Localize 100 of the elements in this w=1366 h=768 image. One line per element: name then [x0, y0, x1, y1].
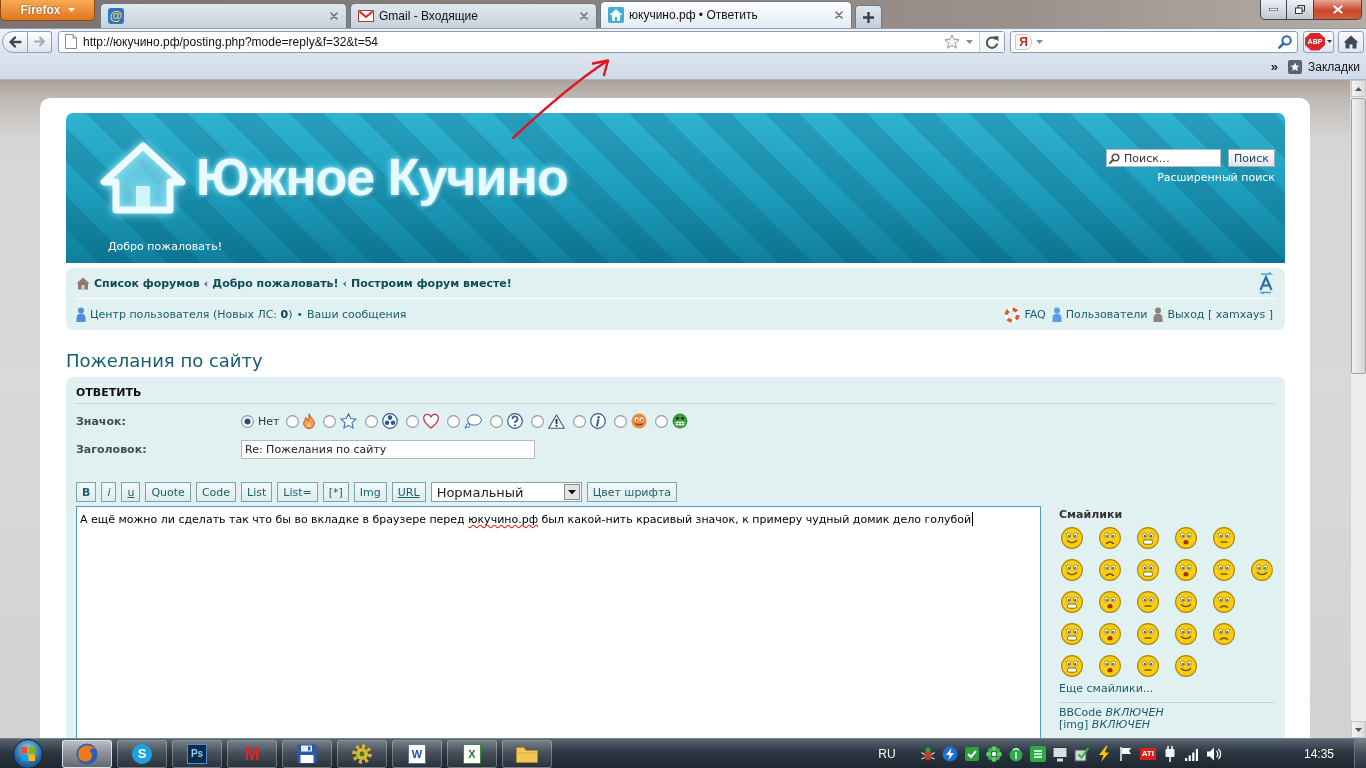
- radio-button[interactable]: [323, 414, 337, 428]
- header-link[interactable]: Пользователи: [1065, 308, 1148, 321]
- close-icon[interactable]: [330, 12, 338, 20]
- scroll-up-button[interactable]: [1351, 80, 1366, 97]
- smiley-icon[interactable]: [1137, 623, 1159, 645]
- format-button[interactable]: Code: [195, 482, 237, 502]
- subject-field[interactable]: Re: Пожелания по сайту: [241, 440, 535, 459]
- close-icon[interactable]: [580, 12, 588, 20]
- format-button[interactable]: List=: [277, 482, 318, 502]
- speaker-icon[interactable]: [1205, 745, 1222, 762]
- format-button[interactable]: Img: [353, 482, 387, 502]
- new-tab-button[interactable]: [855, 5, 882, 28]
- smiley-icon[interactable]: [1099, 591, 1121, 613]
- smiley-icon[interactable]: [1061, 623, 1083, 645]
- check-box-icon[interactable]: [1073, 745, 1090, 762]
- language-indicator[interactable]: RU: [878, 746, 896, 761]
- smiley-icon[interactable]: [1137, 591, 1159, 613]
- forum-title[interactable]: Пожелания по сайту: [66, 350, 1285, 372]
- radio-button[interactable]: [573, 414, 587, 428]
- radio-button[interactable]: [241, 414, 254, 428]
- breadcrumb-link[interactable]: Добро пожаловать!: [212, 276, 339, 290]
- format-button[interactable]: URL: [391, 482, 426, 502]
- close-button[interactable]: [1314, 0, 1362, 20]
- user-link[interactable]: Ваши сообщения: [307, 308, 407, 321]
- smiley-icon[interactable]: [1099, 655, 1121, 677]
- bookmarks-menu-button[interactable]: Закладки: [1286, 59, 1362, 74]
- message-field[interactable]: А ещё можно ли сделать так что бы во вкладке в браузере перед юкучино.рф был какой-нить красивый значок, к примеру чудный домик дело голубой: [76, 506, 1041, 738]
- house-icon[interactable]: [98, 140, 188, 214]
- letter-tag-icon[interactable]: Я: [1015, 33, 1032, 50]
- radio-button[interactable]: [286, 414, 300, 428]
- smiley-icon[interactable]: [1251, 559, 1273, 581]
- antenna-icon[interactable]: [1007, 745, 1024, 762]
- start-button[interactable]: [13, 738, 43, 768]
- smiley-icon[interactable]: [1137, 655, 1159, 677]
- tray-badge[interactable]: ATI: [1139, 747, 1156, 760]
- smiley-icon[interactable]: [1175, 527, 1197, 549]
- reload-button[interactable]: [979, 31, 1004, 52]
- smiley-icon[interactable]: [1175, 591, 1197, 613]
- monitor-icon[interactable]: [1051, 745, 1068, 762]
- smiley-icon[interactable]: [1137, 559, 1159, 581]
- radio-button[interactable]: [447, 414, 461, 428]
- radio-button[interactable]: [531, 414, 545, 428]
- taskbar-button[interactable]: W: [392, 739, 442, 768]
- header-link[interactable]: Выход [ xamxays ]: [1167, 308, 1273, 321]
- search-field[interactable]: Поиск…: [1106, 149, 1221, 167]
- radio-button[interactable]: [365, 414, 379, 428]
- radio-button[interactable]: [490, 414, 504, 428]
- home-button[interactable]: [1338, 30, 1364, 53]
- taskbar-button[interactable]: X: [447, 739, 497, 768]
- radio-button[interactable]: [655, 414, 669, 428]
- format-button[interactable]: [*]: [322, 482, 349, 502]
- smiley-icon[interactable]: [1213, 591, 1235, 613]
- more-smilies-link[interactable]: Еще смайлики...: [1059, 682, 1154, 696]
- taskbar-button[interactable]: [282, 739, 332, 768]
- more-bookmarks-button[interactable]: »: [1268, 59, 1281, 74]
- browser-tab[interactable]: Gmail - Входящие: [350, 3, 597, 28]
- close-icon[interactable]: [835, 11, 843, 19]
- breadcrumb-link[interactable]: Построим форум вместе!: [351, 276, 512, 290]
- scroll-down-button[interactable]: [1351, 721, 1366, 738]
- smiley-icon[interactable]: [1061, 559, 1083, 581]
- show-desktop-button[interactable]: [1354, 738, 1366, 768]
- format-button[interactable]: u: [121, 482, 141, 502]
- flower-icon[interactable]: [985, 745, 1002, 762]
- star-icon[interactable]: [944, 34, 960, 49]
- format-button[interactable]: i: [101, 482, 117, 502]
- taskbar-button[interactable]: Ps: [172, 739, 222, 768]
- radio-button[interactable]: [614, 414, 628, 428]
- smiley-icon[interactable]: [1061, 655, 1083, 677]
- format-button[interactable]: Quote: [145, 482, 191, 502]
- smiley-icon[interactable]: [1175, 559, 1197, 581]
- back-button[interactable]: [2, 30, 28, 53]
- bug-icon[interactable]: [919, 745, 936, 762]
- smiley-icon[interactable]: [1061, 591, 1083, 613]
- advanced-search-link[interactable]: Расширенный поиск: [1157, 171, 1275, 184]
- smiley-icon[interactable]: [1213, 559, 1235, 581]
- browser-tab[interactable]: юкучино.рф • Ответить: [600, 1, 852, 28]
- list-icon[interactable]: [1029, 745, 1046, 762]
- smiley-icon[interactable]: [1099, 527, 1121, 549]
- taskbar-button[interactable]: [502, 739, 552, 768]
- breadcrumb-link[interactable]: Список форумов: [94, 276, 200, 290]
- radio-button[interactable]: [406, 414, 420, 428]
- flag-icon[interactable]: [1117, 745, 1134, 762]
- taskbar-button[interactable]: [337, 739, 387, 768]
- smiley-icon[interactable]: [1175, 623, 1197, 645]
- format-button[interactable]: List: [241, 482, 273, 502]
- restore-button[interactable]: [1287, 0, 1314, 20]
- smiley-icon[interactable]: [1061, 527, 1083, 549]
- search-field[interactable]: Я: [1010, 30, 1298, 53]
- format-button[interactable]: Цвет шрифта: [586, 482, 678, 502]
- search-button[interactable]: Поиск: [1228, 149, 1275, 167]
- caret-icon[interactable]: [1036, 39, 1043, 44]
- smiley-icon[interactable]: [1099, 559, 1121, 581]
- smiley-icon[interactable]: [1213, 623, 1235, 645]
- minimize-button[interactable]: [1260, 0, 1287, 20]
- user-link[interactable]: Центр пользователя (Новых ЛС: 0): [90, 308, 293, 321]
- font-size-select[interactable]: Нормальный: [430, 482, 582, 502]
- smiley-icon[interactable]: [1175, 655, 1197, 677]
- search-icon[interactable]: [1278, 34, 1292, 49]
- lightning-icon[interactable]: [941, 745, 958, 762]
- vertical-scrollbar[interactable]: [1350, 80, 1366, 738]
